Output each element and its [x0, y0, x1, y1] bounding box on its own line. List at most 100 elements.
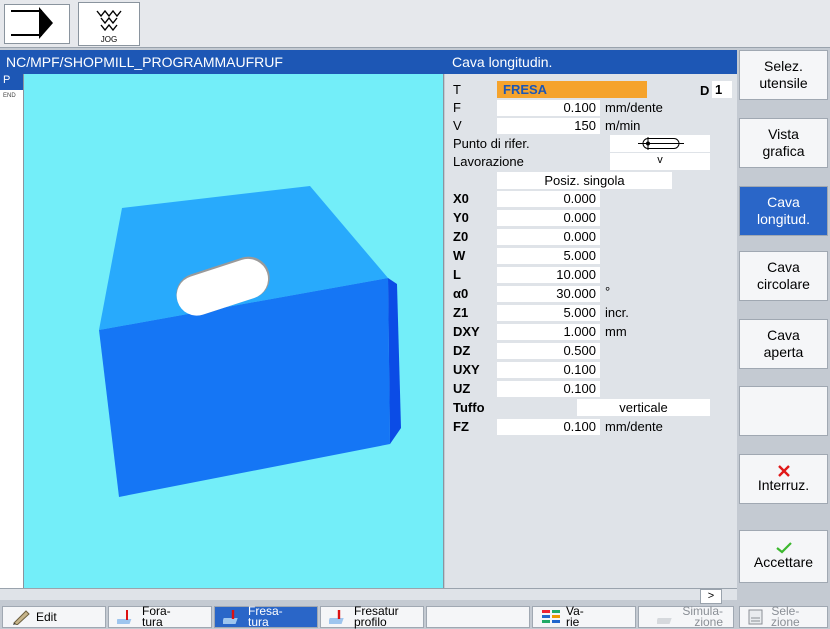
param-label-l: L: [453, 267, 461, 282]
softkey-label: tura: [248, 615, 269, 629]
param-unit-dxy: mm: [605, 324, 627, 339]
tree-item-end[interactable]: END: [3, 93, 16, 99]
title-bar: NC/MPF/SHOPMILL_PROGRAMMAUFRUF Cava long…: [0, 50, 737, 74]
softkey-label-stack: Simula- zione: [682, 605, 723, 629]
abort-x-icon: [777, 464, 790, 477]
ref-point-label: Punto di rifer.: [453, 136, 530, 151]
slot-reference-icon: [638, 137, 684, 150]
param-field-w[interactable]: 5.000: [497, 248, 600, 264]
softkey-label: circolare: [757, 276, 810, 292]
softkey-open-slot[interactable]: Cava aperta: [739, 319, 828, 369]
param-unit-f: mm/dente: [605, 100, 663, 115]
plunge-toggle[interactable]: verticale: [577, 399, 710, 416]
bottom-strip: [0, 588, 737, 600]
softkey-label: zione: [771, 615, 800, 629]
program-tree[interactable]: P END: [0, 74, 24, 588]
more-button[interactable]: >: [700, 589, 722, 604]
softkey-misc[interactable]: Va- rie: [532, 605, 636, 629]
softkey-label: Interruz.: [757, 476, 810, 493]
softkey-label: tura: [142, 615, 163, 629]
softkey-simulation[interactable]: Simula- zione: [638, 605, 734, 629]
softkey-label: Cava: [767, 327, 800, 343]
param-field-uz[interactable]: 0.100: [497, 381, 600, 397]
param-field-dxy[interactable]: 1.000: [497, 324, 600, 340]
param-label-uz: UZ: [453, 381, 471, 396]
param-label-w: W: [453, 248, 466, 263]
milling-icon: [223, 610, 238, 624]
cycle-title: Cava longitudin.: [452, 54, 553, 70]
program-path: NC/MPF/SHOPMILL_PROGRAMMAUFRUF: [6, 54, 283, 70]
tool-label: T: [453, 82, 461, 97]
simulation-icon: [657, 618, 673, 624]
channel-arrow-icon: [4, 4, 70, 44]
softkey-label-stack: Fresatur profilo: [354, 605, 399, 629]
machining-label: Lavorazione: [453, 154, 524, 169]
pocket-graphic: [24, 74, 444, 588]
softkey-circular-slot[interactable]: Cava circolare: [739, 251, 828, 301]
param-label-f: F: [453, 100, 461, 115]
param-label-v: V: [453, 118, 462, 133]
param-field-z0[interactable]: 0.000: [497, 229, 600, 245]
param-label-dz: DZ: [453, 343, 471, 358]
softkey-accept[interactable]: Accettare: [739, 530, 828, 583]
tree-item-current[interactable]: P: [0, 74, 23, 90]
softkey-label: profilo: [354, 615, 387, 629]
softkey-label: longitud.: [757, 211, 810, 227]
misc-blocks-icon: [542, 610, 560, 623]
param-label-x0: X0: [453, 191, 469, 206]
jog-mode-label: JOG: [100, 35, 118, 44]
param-field-uxy[interactable]: 0.100: [497, 362, 600, 378]
param-label-uxy: UXY: [453, 362, 480, 377]
softkey-drilling[interactable]: Fora- tura: [108, 605, 212, 629]
tool-field[interactable]: FRESA: [497, 81, 647, 98]
param-field-z1[interactable]: 5.000: [497, 305, 600, 321]
param-label-y0: Y0: [453, 210, 469, 225]
param-field-y0[interactable]: 0.000: [497, 210, 600, 226]
softkey-label-stack: Fresa- tura: [248, 605, 283, 629]
nc-file-icon: [748, 609, 763, 625]
param-field-alpha0[interactable]: 30.000: [497, 286, 600, 302]
softkey-abort[interactable]: Interruz.: [739, 454, 828, 504]
param-field-x0[interactable]: 0.000: [497, 191, 600, 207]
param-unit-z1: incr.: [605, 305, 629, 320]
param-field-v[interactable]: 150: [497, 118, 600, 134]
softkey-milling[interactable]: Fresa- tura: [214, 605, 318, 629]
param-field-f[interactable]: 0.100: [497, 100, 600, 116]
softkey-label: rie: [566, 615, 580, 629]
softkey-label-stack: Va- rie: [566, 605, 584, 629]
drill-icon: [117, 610, 132, 624]
param-field-fz[interactable]: 0.100: [497, 419, 600, 435]
d-field[interactable]: 1: [712, 81, 732, 98]
jog-wave-icon: [96, 9, 122, 32]
softkey-select-tool[interactable]: Selez. utensile: [739, 50, 828, 100]
softkey-label: Edit: [36, 609, 57, 624]
softkey-label: utensile: [759, 75, 808, 91]
ref-point-toggle[interactable]: [610, 135, 710, 152]
d-label: D: [700, 83, 710, 98]
block-right-face: [388, 278, 401, 444]
machining-toggle[interactable]: v: [610, 153, 710, 170]
softkey-label: Vista: [768, 126, 799, 142]
pencil-icon: [13, 610, 30, 625]
softkey-graphic-view[interactable]: Vista grafica: [739, 118, 828, 168]
parameter-panel: T FRESA D 1 F 0.100 mm/dente V 150 m/min…: [445, 74, 737, 588]
softkey-edit[interactable]: Edit: [2, 606, 106, 628]
softkey-label: Cava: [767, 194, 800, 210]
jog-mode-indicator: JOG: [78, 2, 140, 46]
param-field-dz[interactable]: 0.500: [497, 343, 600, 359]
softkey-contour-milling[interactable]: Fresatur profilo: [320, 605, 424, 629]
contour-mill-icon: [329, 610, 344, 624]
softkey-label-stack: Fora- tura: [142, 605, 171, 629]
softkey-longitudinal-slot[interactable]: Cava longitud.: [739, 186, 828, 236]
param-unit-v: m/min: [605, 118, 641, 133]
softkey-empty-bottom[interactable]: [426, 606, 530, 628]
softkey-empty[interactable]: [739, 386, 828, 436]
softkey-label: Cava: [767, 259, 800, 275]
softkey-label: aperta: [763, 344, 804, 360]
softkey-selection[interactable]: Sele- zione: [739, 605, 828, 629]
softkey-label-stack: Sele- zione: [771, 605, 800, 629]
softkey-label: zione: [694, 615, 723, 629]
param-field-l[interactable]: 10.000: [497, 267, 600, 283]
param-unit-fz: mm/dente: [605, 419, 663, 434]
position-mode-toggle[interactable]: Posiz. singola: [497, 172, 672, 189]
